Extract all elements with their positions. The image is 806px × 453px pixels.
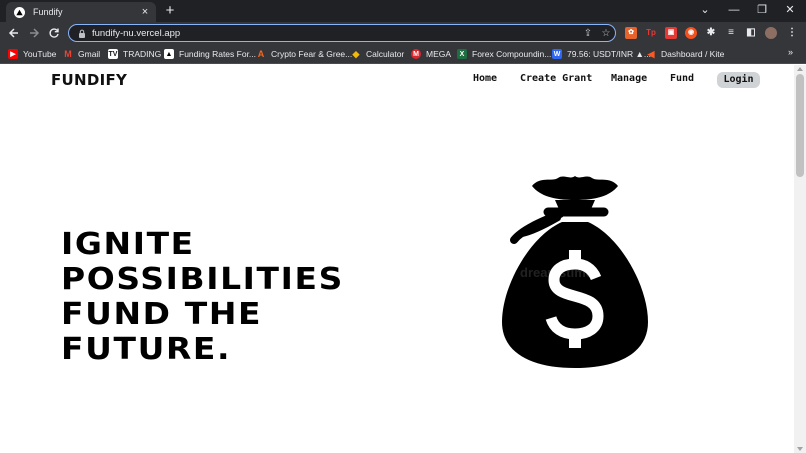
funding-icon: ▲ bbox=[164, 49, 174, 59]
hero-line: IGNITE bbox=[61, 227, 195, 262]
bookmark-trading[interactable]: TV TRADING bbox=[108, 47, 161, 61]
hero-headline: IGNITE POSSIBILITIES FUND THE FUTURE. bbox=[61, 227, 344, 367]
lock-icon[interactable] bbox=[78, 29, 86, 38]
reload-icon[interactable] bbox=[45, 24, 63, 42]
scroll-down-arrow-icon[interactable] bbox=[797, 447, 803, 451]
more-bookmarks-button[interactable]: » bbox=[788, 47, 793, 57]
watermark-text: dreamstime bbox=[520, 265, 593, 280]
login-button[interactable]: Login bbox=[717, 72, 760, 88]
address-bar[interactable]: fundify-nu.vercel.app ⇪ ☆ bbox=[68, 24, 616, 42]
nav-home-link[interactable]: Home bbox=[473, 73, 497, 84]
tab-strip: Fundify × + ⌄ — ❐ ✕ bbox=[0, 0, 806, 22]
restore-button[interactable]: ❐ bbox=[748, 0, 776, 22]
tradingview-icon: TV bbox=[108, 49, 118, 59]
menu-kebab-icon[interactable]: ⋮ bbox=[786, 27, 798, 39]
alternative-icon: A bbox=[257, 49, 265, 59]
bookmark-gmail[interactable]: M Gmail bbox=[63, 47, 100, 61]
back-icon[interactable] bbox=[5, 24, 23, 42]
bookmark-fear-greed[interactable]: A Crypto Fear & Gree... bbox=[256, 47, 353, 61]
nav-create-grant-link[interactable]: Create Grant bbox=[520, 73, 592, 84]
side-panel-icon[interactable]: ◧ bbox=[745, 27, 757, 39]
extension-circle-icon[interactable]: ◉ bbox=[685, 27, 697, 39]
nav-fund-link[interactable]: Fund bbox=[670, 73, 694, 84]
forward-icon[interactable] bbox=[25, 24, 43, 42]
url-text: fundify-nu.vercel.app bbox=[92, 27, 181, 39]
youtube-icon: ▶ bbox=[8, 49, 18, 59]
tab-title: Fundify bbox=[33, 7, 63, 17]
scrollbar-thumb[interactable] bbox=[796, 74, 804, 177]
extension-metamask-icon[interactable]: ✿ bbox=[625, 27, 637, 39]
vercel-favicon-icon bbox=[14, 6, 25, 18]
bookmark-youtube[interactable]: ▶ YouTube bbox=[8, 47, 56, 61]
bookmarks-bar: ▶ YouTube M Gmail TV TRADING ▲ Funding R… bbox=[0, 44, 806, 64]
scroll-up-arrow-icon[interactable] bbox=[797, 67, 803, 71]
profile-avatar-icon[interactable] bbox=[765, 27, 777, 39]
bookmark-usdt-inr[interactable]: W 79.56: USDT/INR ▲... bbox=[552, 47, 651, 61]
hero-line: POSSIBILITIES bbox=[61, 262, 344, 297]
page-viewport: FUNDIFY Home Create Grant Manage Fund Lo… bbox=[0, 65, 794, 453]
browser-toolbar: fundify-nu.vercel.app ⇪ ☆ ✿ Tp ▣ ◉ ✱ ≡ ◧… bbox=[0, 22, 806, 44]
share-icon[interactable]: ⇪ bbox=[579, 28, 597, 39]
hero-line: FUND THE bbox=[61, 297, 263, 332]
minimize-button[interactable]: — bbox=[720, 0, 748, 22]
browser-tab[interactable]: Fundify × bbox=[6, 2, 156, 22]
forex-icon: X bbox=[457, 49, 467, 59]
kite-icon: ◀ bbox=[647, 48, 655, 59]
hero-line: FUTURE. bbox=[61, 332, 232, 367]
close-window-button[interactable]: ✕ bbox=[776, 0, 804, 22]
tab-search-icon[interactable]: ⌄ bbox=[691, 0, 719, 22]
bookmark-forex[interactable]: X Forex Compoundin... bbox=[457, 47, 551, 61]
bookmark-kite[interactable]: ◀ Dashboard / Kite bbox=[646, 47, 725, 61]
binance-icon: ◆ bbox=[352, 48, 360, 59]
tab-close-icon[interactable]: × bbox=[138, 6, 152, 18]
gmail-icon: M bbox=[64, 49, 72, 59]
page-scrollbar[interactable] bbox=[794, 65, 806, 453]
brand-logo[interactable]: FUNDIFY bbox=[51, 71, 127, 89]
bookmark-mega[interactable]: M MEGA bbox=[411, 47, 451, 61]
bookmark-funding-rates[interactable]: ▲ Funding Rates For... bbox=[164, 47, 256, 61]
extension-tp-icon[interactable]: Tp bbox=[645, 27, 657, 39]
wazirx-icon: W bbox=[552, 49, 562, 59]
new-tab-button[interactable]: + bbox=[162, 2, 178, 20]
bookmark-calculator[interactable]: ◆ Calculator bbox=[351, 47, 405, 61]
reading-list-icon[interactable]: ≡ bbox=[725, 27, 737, 39]
nav-manage-link[interactable]: Manage bbox=[611, 73, 647, 84]
mega-icon: M bbox=[411, 49, 421, 59]
extensions-puzzle-icon[interactable]: ✱ bbox=[705, 27, 717, 39]
extension-red-icon[interactable]: ▣ bbox=[665, 27, 677, 39]
bookmark-star-icon[interactable]: ☆ bbox=[597, 28, 615, 39]
